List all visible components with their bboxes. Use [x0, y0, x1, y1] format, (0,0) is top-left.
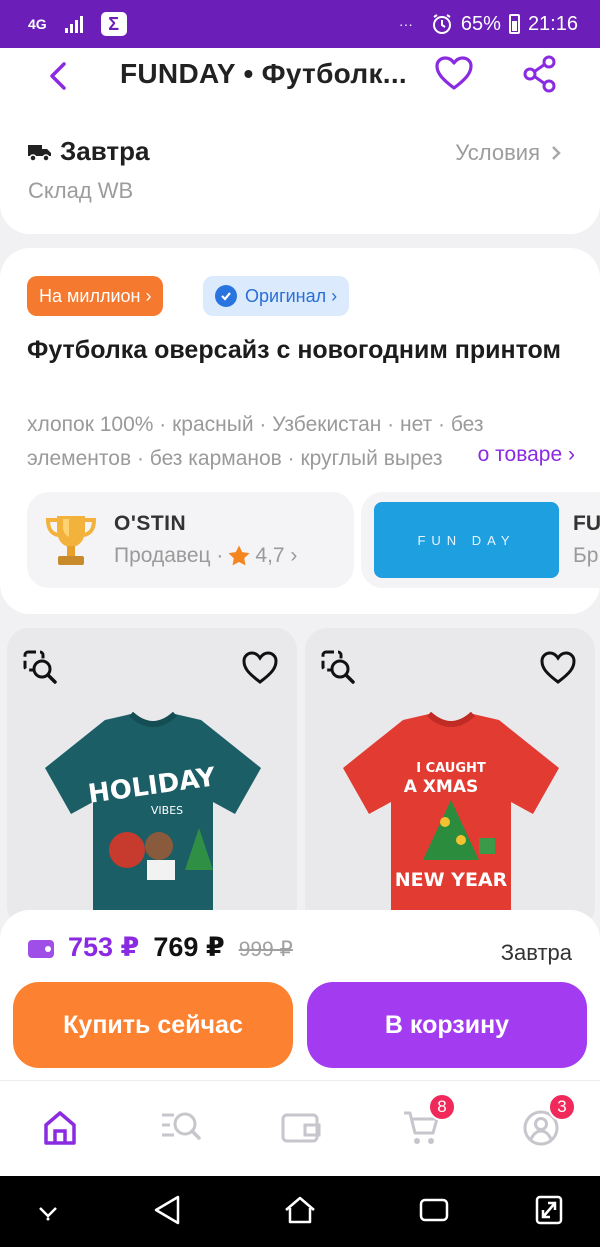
verified-check-icon: [215, 285, 237, 307]
alarm-icon: [432, 14, 451, 34]
current-price: 769 ₽: [153, 932, 225, 962]
original-badge[interactable]: Оригинал ›: [203, 276, 350, 316]
svg-text:A XMAS: A XMAS: [404, 777, 479, 797]
svg-text:VIBES: VIBES: [151, 804, 183, 817]
original-label: Оригинал ›: [245, 285, 338, 306]
product-name: Футболка оверсайз с новогодним принтом: [27, 336, 561, 364]
terms-link[interactable]: Условия: [455, 140, 562, 166]
delivery-date: Завтра: [60, 136, 150, 166]
seller-card[interactable]: O'STIN Продавец · 4,7 ›: [27, 492, 354, 588]
tab-catalog[interactable]: [160, 1109, 201, 1149]
buy-now-button[interactable]: Купить сейчас: [13, 982, 293, 1068]
delivery-info: Завтра: [28, 136, 149, 167]
recent-apps-icon[interactable]: [418, 1194, 450, 1226]
wallet-icon: [281, 1113, 321, 1143]
brand-logo: FUN DAY: [374, 502, 559, 578]
recommendation-card[interactable]: HOLIDAY VIBES: [7, 628, 297, 928]
favorite-heart-icon[interactable]: [241, 650, 279, 686]
tab-wallet[interactable]: [281, 1109, 321, 1149]
home-icon: [44, 1111, 76, 1145]
star-icon: [228, 545, 250, 566]
profile-count-badge: 3: [548, 1093, 576, 1121]
seller-rating: 4,7 ›: [255, 544, 298, 567]
truck-icon: [28, 144, 51, 162]
wallet-price: 753 ₽: [68, 932, 140, 962]
status-bar: 4G Σ ··· 65% 21:16: [0, 0, 600, 48]
brand-card[interactable]: FUN DAY FU Бр: [361, 492, 600, 588]
seller-meta: Продавец · 4,7 ›: [114, 544, 297, 568]
chevron-right-icon: [552, 146, 561, 160]
clock: 21:16: [527, 12, 578, 35]
signal-icon: [64, 15, 83, 33]
svg-text:NEW YEAR: NEW YEAR: [395, 869, 508, 891]
tab-profile[interactable]: 3: [522, 1093, 576, 1149]
recommendation-card[interactable]: I CAUGHT A XMAS NEW YEAR: [305, 628, 595, 928]
tshirt-image: I CAUGHT A XMAS NEW YEAR: [343, 711, 559, 928]
back-nav-icon[interactable]: [152, 1194, 182, 1226]
add-to-cart-button[interactable]: В корзину: [307, 982, 587, 1068]
battery-icon: [508, 14, 520, 34]
about-product-link[interactable]: о товаре ›: [469, 438, 575, 472]
brand-type: Бр: [573, 544, 599, 567]
more-notifications-icon: ···: [398, 16, 413, 32]
old-price: 999 ₽: [238, 938, 293, 961]
home-nav-icon[interactable]: [282, 1194, 318, 1226]
cart-count-badge: 8: [428, 1093, 456, 1121]
tab-cart[interactable]: 8: [402, 1093, 456, 1149]
brand-name: FU: [573, 512, 600, 535]
wallet-icon: [28, 940, 54, 958]
page-title: FUNDAY • Футболк...: [120, 58, 408, 89]
back-icon[interactable]: [44, 58, 72, 94]
system-navigation-bar: [0, 1176, 600, 1247]
purchase-panel: 753 ₽ 769 ₽ 999 ₽ Завтра Купить сейчас В…: [0, 910, 600, 1080]
product-specs: хлопок 100% · красный · Узбекистан · нет…: [27, 408, 575, 472]
svg-text:I CAUGHT: I CAUGHT: [416, 761, 486, 776]
header-card: FUNDAY • Футболк... Завтра Условия Склад…: [0, 48, 600, 234]
seller-role: Продавец ·: [114, 544, 224, 567]
tab-home[interactable]: [42, 1109, 82, 1149]
tshirt-image: HOLIDAY VIBES: [45, 711, 261, 928]
trophy-icon: [45, 516, 97, 565]
favorite-heart-icon[interactable]: [539, 650, 577, 686]
specs-text: хлопок 100% · красный · Узбекистан · нет…: [27, 413, 484, 470]
warehouse-label: Склад WB: [28, 178, 134, 203]
screen-expand-icon[interactable]: [534, 1194, 564, 1226]
find-similar-icon[interactable]: [321, 650, 357, 686]
catalog-search-icon: [162, 1112, 201, 1140]
find-similar-icon[interactable]: [23, 650, 59, 686]
delivery-date: Завтра: [500, 940, 572, 965]
hide-keyboard-icon[interactable]: [36, 1202, 60, 1222]
seller-name: O'STIN: [114, 512, 187, 535]
million-badge[interactable]: На миллион ›: [27, 276, 164, 316]
share-icon[interactable]: [522, 54, 558, 94]
network-indicator: 4G: [28, 16, 47, 32]
battery-percent: 65%: [460, 12, 501, 35]
terms-label: Условия: [455, 140, 540, 165]
price-block: 753 ₽ 769 ₽ 999 ₽: [28, 932, 293, 963]
product-info-card: На миллион › Оригинал › Футболка оверсай…: [0, 248, 600, 614]
app-notification-icon: Σ: [100, 12, 127, 36]
favorite-heart-icon[interactable]: [434, 54, 474, 94]
bottom-navigation: 8 3: [0, 1080, 600, 1176]
